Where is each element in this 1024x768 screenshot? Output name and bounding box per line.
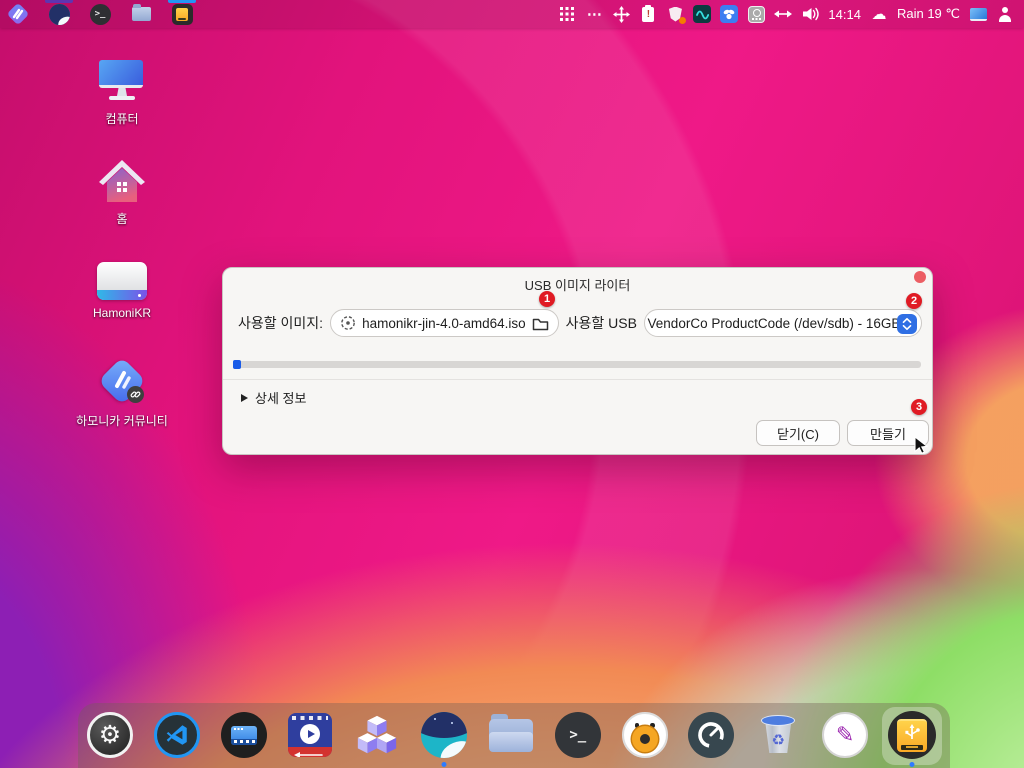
- dock-files-button[interactable]: [487, 711, 535, 759]
- folder-icon: [132, 7, 151, 21]
- dock-vscode-button[interactable]: [153, 711, 201, 759]
- step-badge-3: 3: [911, 399, 927, 415]
- dock-whale-browser-button[interactable]: [420, 711, 468, 759]
- dock-terminal-button[interactable]: >_: [554, 711, 602, 759]
- browse-folder-icon: [532, 316, 549, 331]
- desktop-icon-community[interactable]: 하모니카 커뮤니티: [70, 356, 174, 429]
- details-expander[interactable]: 상세 정보: [241, 388, 306, 407]
- volume-icon[interactable]: [801, 5, 819, 23]
- panel-usb-writer-button[interactable]: [170, 2, 194, 26]
- usb-image-writer-icon: [172, 4, 193, 25]
- drive-icon: [97, 262, 147, 300]
- user-icon[interactable]: [996, 5, 1014, 23]
- audacious-icon: [622, 712, 668, 758]
- clock[interactable]: 14:14: [828, 7, 861, 22]
- dialog-fields-row: 사용할 이미지: hamonikr-jin-4.0-amd64.iso 사용할 …: [238, 309, 922, 337]
- dock-panel-settings-button[interactable]: [220, 711, 268, 759]
- dialog-separator: [223, 379, 932, 380]
- usb-writer-running-dot: [909, 762, 914, 767]
- whale-browser-icon: [421, 712, 467, 758]
- desktop-icon-label: 홈: [116, 210, 127, 227]
- dock-video-player-button[interactable]: [286, 711, 334, 759]
- expander-arrow-icon: [241, 394, 248, 402]
- mouse-cursor: [914, 436, 930, 456]
- dock: ⚙: [78, 703, 950, 768]
- desktop-icon-label: 하모니카 커뮤니티: [76, 412, 168, 429]
- dock-usb-writer-button[interactable]: [888, 711, 936, 759]
- dock-text-editor-button[interactable]: ✎: [821, 711, 869, 759]
- panel-settings-icon: [221, 712, 267, 758]
- move-tool-icon[interactable]: [612, 5, 630, 23]
- write-progress-bar: [233, 361, 921, 368]
- terminal-icon: >_: [555, 712, 601, 758]
- clipboard-alert-icon[interactable]: !: [639, 5, 657, 23]
- image-file-chooser[interactable]: hamonikr-jin-4.0-amd64.iso: [330, 309, 559, 337]
- weather-label[interactable]: Rain 19 ℃: [897, 6, 960, 22]
- display-icon[interactable]: [969, 5, 987, 23]
- step-badge-1: 1: [539, 291, 555, 307]
- trash-icon: ♻: [760, 715, 796, 755]
- dock-system-monitor-button[interactable]: [687, 711, 735, 759]
- usb-image-writer-window: USB 이미지 라이터 사용할 이미지: hamonikr-jin-4.0-am…: [222, 267, 933, 455]
- vscode-icon: [154, 712, 200, 758]
- terminal-icon: >_: [90, 4, 111, 25]
- whale-browser-icon: [49, 4, 70, 25]
- dock-settings-button[interactable]: ⚙: [86, 711, 134, 759]
- settings-gear-icon: ⚙: [87, 712, 133, 758]
- image-file-name: hamonikr-jin-4.0-amd64.iso: [362, 316, 526, 331]
- disc-icon: [340, 315, 356, 331]
- panel-whale-browser-button[interactable]: [47, 2, 71, 26]
- home-icon: [97, 158, 147, 204]
- desktop-root: { "panel": { "clock": "14:14", "weather_…: [0, 0, 1024, 768]
- step-badge-2: 2: [906, 293, 922, 309]
- close-window-button[interactable]: [914, 271, 926, 283]
- community-link-icon: [97, 356, 147, 406]
- usb-image-writer-icon: [888, 711, 936, 759]
- panel-app-list: >_: [0, 0, 194, 28]
- app-grid-icon[interactable]: [558, 5, 576, 23]
- weather-cloud-icon[interactable]: ☁: [870, 5, 888, 23]
- dock-audacious-button[interactable]: [621, 711, 669, 759]
- desktop-icon-label: 컴퓨터: [105, 110, 138, 127]
- video-player-icon: [288, 713, 332, 757]
- close-button[interactable]: 닫기(C): [756, 420, 840, 446]
- network-arrows-icon[interactable]: [774, 5, 792, 23]
- desktop-icon-home[interactable]: 홈: [70, 158, 174, 227]
- desktop-icon-label: HamoniKR: [93, 306, 151, 320]
- recorder-icon[interactable]: [747, 5, 765, 23]
- computer-icon: [99, 60, 145, 104]
- wave-app-icon[interactable]: [693, 5, 711, 23]
- image-field-label: 사용할 이미지:: [238, 313, 323, 333]
- dock-software-cubes-button[interactable]: [353, 711, 401, 759]
- usb-device-select[interactable]: VendorCo ProductCode (/dev/sdb) - 16GB: [644, 309, 922, 337]
- select-spinner-icon: [897, 314, 917, 334]
- window-title: USB 이미지 라이터: [223, 275, 932, 294]
- whale-running-dot: [442, 762, 447, 767]
- dock-trash-button[interactable]: ♻: [754, 711, 802, 759]
- top-panel: >_ ⋯ !: [0, 0, 1024, 28]
- panel-files-button[interactable]: [129, 2, 153, 26]
- usb-device-value: VendorCo ProductCode (/dev/sdb) - 16GB: [648, 316, 919, 331]
- hamonikr-logo-icon: [7, 3, 29, 25]
- more-icon[interactable]: ⋯: [585, 5, 603, 23]
- input-method-icon[interactable]: [720, 5, 738, 23]
- details-label: 상세 정보: [255, 388, 306, 407]
- software-cubes-icon: [354, 712, 400, 758]
- panel-terminal-button[interactable]: >_: [88, 2, 112, 26]
- progress-indicator: [233, 360, 241, 369]
- pencil-icon: ✎: [822, 712, 868, 758]
- hamonikr-menu-button[interactable]: [6, 2, 30, 26]
- folder-icon: [489, 719, 533, 752]
- dock-items: ⚙: [86, 711, 936, 759]
- usb-writer-running-indicator: [168, 0, 196, 3]
- gauge-icon: [688, 712, 734, 758]
- usb-field-label: 사용할 USB: [566, 313, 637, 333]
- desktop-icon-hamonikr-drive[interactable]: HamoniKR: [70, 262, 174, 320]
- system-tray: ⋯ !: [558, 0, 1024, 28]
- link-badge-icon: [127, 386, 144, 403]
- firewall-shield-icon[interactable]: [666, 5, 684, 23]
- desktop-icon-computer[interactable]: 컴퓨터: [70, 60, 174, 127]
